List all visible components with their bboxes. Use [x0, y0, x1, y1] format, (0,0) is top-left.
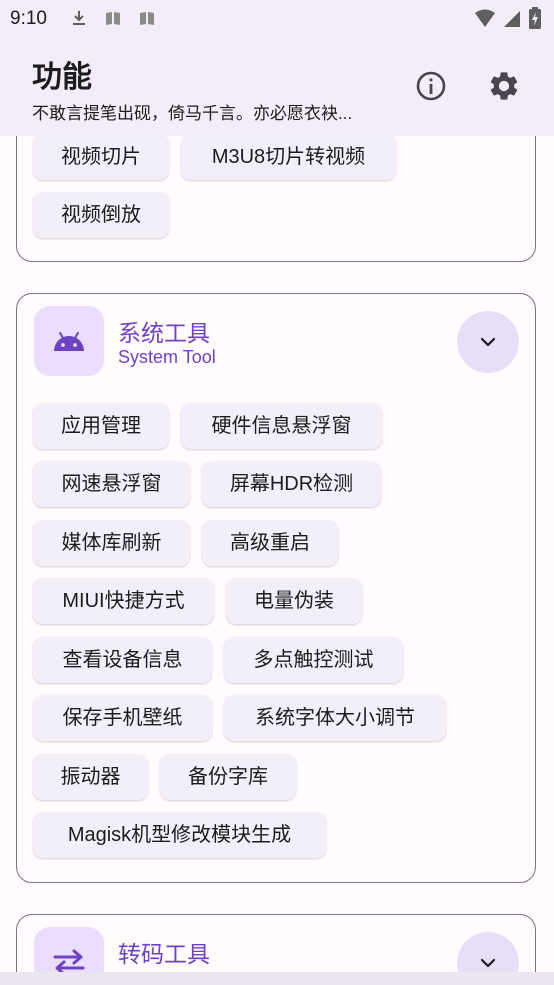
chip-font-size[interactable]: 系统字体大小调节: [224, 695, 446, 741]
chip-backup-fonts[interactable]: 备份字库: [160, 754, 296, 800]
feature-list[interactable]: 视频切片 M3U8切片转视频 视频倒放 系统工具 System Tool 应用管…: [0, 136, 554, 972]
settings-button[interactable]: [482, 64, 526, 108]
chip-save-wallpaper[interactable]: 保存手机壁纸: [33, 695, 212, 741]
transcode-tool-title: 转码工具: [118, 941, 210, 967]
status-bar: 9:10: [0, 0, 554, 36]
chip-advanced-reboot[interactable]: 高级重启: [202, 520, 338, 566]
system-tool-subtitle: System Tool: [118, 347, 216, 367]
book-icon: [140, 12, 154, 25]
navigation-bar: [0, 972, 554, 985]
page-subtitle: 不敢言提笔出砚，倚马千言。亦必愿衣袂...: [32, 104, 353, 123]
transcode-tool-icon-box: [34, 927, 104, 972]
signal-icon: [504, 11, 520, 27]
top-app-bar: 功能 不敢言提笔出砚，倚马千言。亦必愿衣袂...: [0, 36, 554, 136]
battery-charging-icon: [529, 7, 541, 29]
wifi-icon: [475, 9, 495, 27]
chip-battery-fake[interactable]: 电量伪装: [226, 578, 362, 624]
video-tools-card: 视频切片 M3U8切片转视频 视频倒放: [16, 136, 536, 262]
chip-multitouch-test[interactable]: 多点触控测试: [224, 637, 403, 683]
chevron-down-icon: [480, 337, 496, 347]
info-button[interactable]: [409, 64, 453, 108]
swap-arrows-icon: [53, 949, 85, 972]
book-icon: [106, 12, 120, 25]
system-tool-title: 系统工具: [118, 320, 210, 346]
system-tools-card: 系统工具 System Tool 应用管理 硬件信息悬浮窗 网速悬浮窗 屏幕HD…: [16, 293, 536, 883]
system-tool-icon-box: [34, 306, 104, 376]
chip-hardware-overlay[interactable]: 硬件信息悬浮窗: [181, 403, 382, 449]
settings-gear-icon: [490, 72, 518, 100]
chip-video-reverse[interactable]: 视频倒放: [33, 192, 169, 238]
transcode-tool-expand-button[interactable]: [457, 932, 519, 972]
system-tool-expand-button[interactable]: [457, 311, 519, 373]
chip-app-manager[interactable]: 应用管理: [33, 403, 169, 449]
chip-hdr-check[interactable]: 屏幕HDR检测: [202, 461, 381, 507]
chip-video-slice[interactable]: 视频切片: [33, 136, 169, 180]
chip-magisk-model[interactable]: Magisk机型修改模块生成: [33, 812, 326, 858]
download-icon: [73, 11, 85, 25]
info-icon: [416, 71, 446, 101]
page-title: 功能: [32, 61, 92, 94]
android-icon: [54, 332, 84, 351]
chip-vibrator[interactable]: 振动器: [33, 754, 148, 800]
chip-device-info[interactable]: 查看设备信息: [33, 637, 212, 683]
transcode-tools-card: 转码工具: [16, 914, 536, 972]
chip-netspeed-overlay[interactable]: 网速悬浮窗: [33, 461, 190, 507]
chip-miui-shortcuts[interactable]: MIUI快捷方式: [33, 578, 214, 624]
chevron-down-icon: [480, 958, 496, 968]
chip-media-refresh[interactable]: 媒体库刷新: [33, 520, 190, 566]
status-time: 9:10: [10, 8, 47, 29]
chip-m3u8-to-video[interactable]: M3U8切片转视频: [181, 136, 396, 180]
